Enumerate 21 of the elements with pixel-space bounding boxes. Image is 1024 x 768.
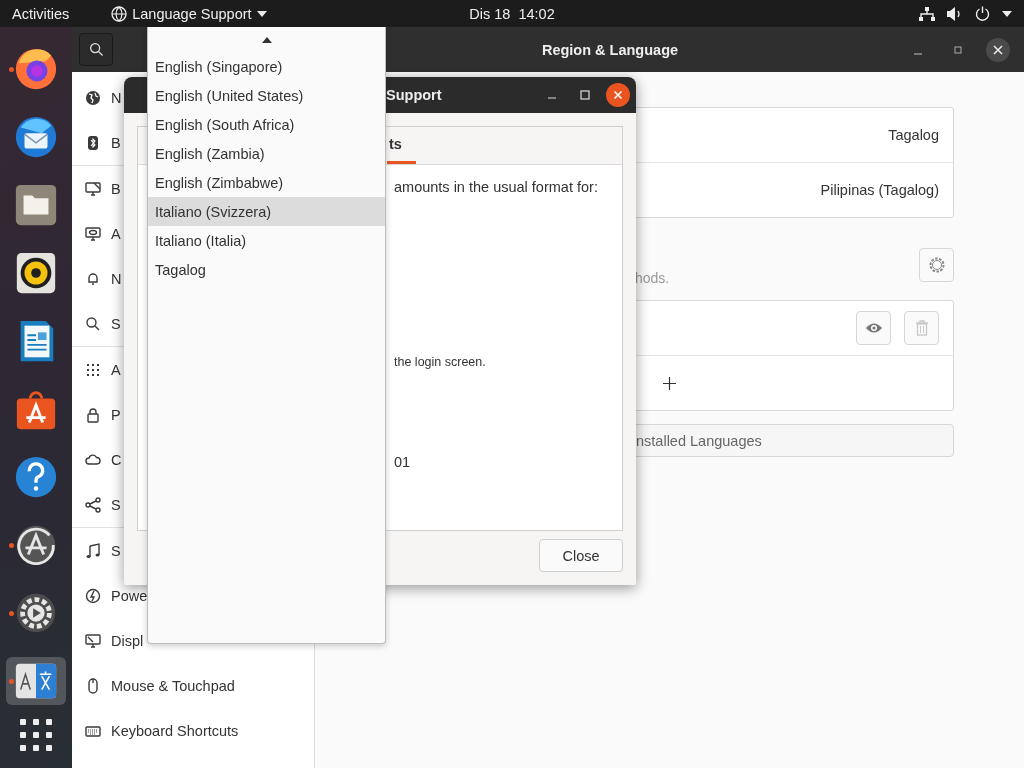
sidebar-label: N bbox=[111, 270, 122, 287]
sidebar-label: S bbox=[111, 542, 121, 559]
sidebar-label: N bbox=[111, 89, 122, 106]
sidebar-label: B bbox=[111, 180, 121, 197]
dialog-title: Support bbox=[386, 87, 442, 103]
sidebar-label: A bbox=[111, 361, 121, 378]
sidebar-label: S bbox=[111, 315, 121, 332]
sidebar-label: A bbox=[111, 225, 121, 242]
dialog-text: 01 bbox=[394, 454, 412, 470]
dialog-text: amounts in the usual format for: bbox=[394, 179, 599, 195]
sidebar-label: Mouse & Touchpad bbox=[111, 677, 235, 694]
window-title: Region & Language bbox=[540, 41, 680, 58]
sidebar-label: Powe bbox=[111, 587, 148, 604]
sidebar-label: Keyboard Shortcuts bbox=[111, 722, 239, 739]
sidebar-label: Displ bbox=[111, 632, 144, 649]
sidebar-label: C bbox=[111, 451, 122, 468]
sidebar-label: S bbox=[111, 496, 121, 513]
sidebar-label: B bbox=[111, 134, 121, 151]
sidebar-label: P bbox=[111, 406, 121, 423]
dialog-text: the login screen. bbox=[394, 355, 487, 369]
hint-text: hods. bbox=[635, 270, 670, 286]
